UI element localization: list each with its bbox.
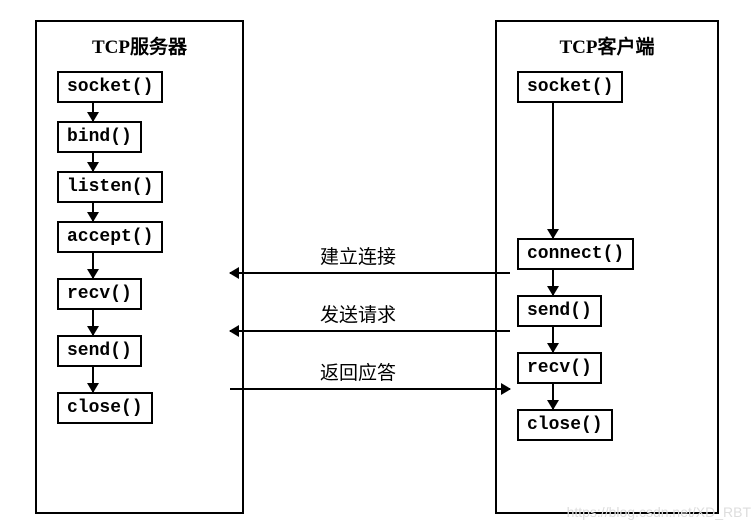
server-title: TCP服务器 (52, 32, 227, 59)
response-label: 返回应答 (320, 358, 396, 385)
arrow-down-icon (552, 103, 554, 238)
arrow-down-icon (552, 327, 554, 352)
request-label: 发送请求 (320, 300, 396, 327)
arrow-down-icon (92, 203, 94, 221)
server-recv-step: recv() (57, 278, 142, 310)
server-listen-step: listen() (57, 171, 163, 203)
client-socket-step: socket() (517, 71, 623, 103)
arrow-down-icon (92, 103, 94, 121)
client-title: TCP客户端 (512, 32, 702, 59)
arrow-down-icon (92, 253, 94, 278)
establish-arrow-icon (230, 272, 510, 274)
arrow-down-icon (92, 153, 94, 171)
client-connect-step: connect() (517, 238, 634, 270)
server-send-step: send() (57, 335, 142, 367)
request-arrow-icon (230, 330, 510, 332)
client-send-step: send() (517, 295, 602, 327)
client-container: TCP客户端 socket() connect() send() recv() … (495, 20, 719, 514)
server-bind-step: bind() (57, 121, 142, 153)
server-socket-step: socket() (57, 71, 163, 103)
response-arrow-icon (230, 388, 510, 390)
server-accept-step: accept() (57, 221, 163, 253)
client-steps: socket() connect() send() recv() close() (512, 71, 702, 441)
arrow-down-icon (92, 310, 94, 335)
arrow-down-icon (552, 384, 554, 409)
watermark: https://blog.csdn.net/XD_RBT (567, 504, 751, 520)
arrow-down-icon (552, 270, 554, 295)
client-close-step: close() (517, 409, 613, 441)
server-steps: socket() bind() listen() accept() recv()… (52, 71, 227, 424)
establish-label: 建立连接 (320, 242, 396, 269)
arrow-down-icon (92, 367, 94, 392)
client-recv-step: recv() (517, 352, 602, 384)
server-close-step: close() (57, 392, 153, 424)
server-container: TCP服务器 socket() bind() listen() accept()… (35, 20, 244, 514)
